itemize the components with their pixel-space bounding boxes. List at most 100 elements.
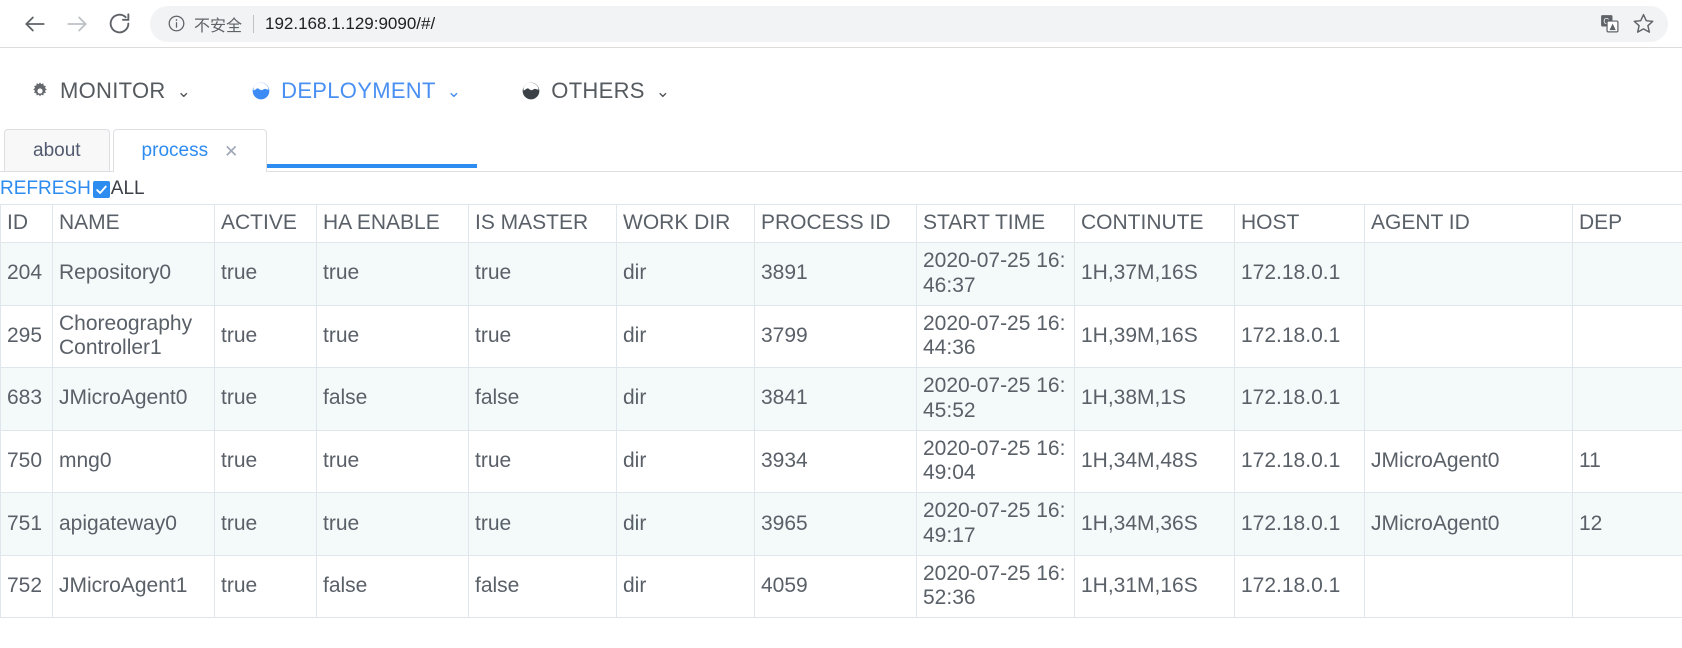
column-header-active[interactable]: ACTIVE (215, 205, 317, 243)
cloud-circle-icon (251, 81, 271, 101)
table-row[interactable]: 752JMicroAgent1truefalsefalsedir40592020… (1, 555, 1682, 618)
url-text[interactable]: 192.168.1.129:9090/#/ (265, 14, 435, 34)
omnibox-divider (253, 15, 254, 33)
cell-agent-id (1365, 305, 1573, 368)
column-header-continute[interactable]: CONTINUTE (1075, 205, 1235, 243)
cell-work-dir: dir (617, 493, 755, 556)
tab-strip-filler (270, 129, 1682, 171)
nav-item-deployment[interactable]: DEPLOYMENT ⌄ (245, 66, 467, 116)
cell-is-master: true (469, 243, 617, 306)
cell-is-master: false (469, 555, 617, 618)
chevron-down-icon: ⌄ (656, 83, 671, 100)
refresh-button[interactable]: REFRESH (0, 178, 91, 200)
cell-is-master: true (469, 493, 617, 556)
cell-name: apigateway0 (53, 493, 215, 556)
table-row[interactable]: 295ChoreographyController1truetruetruedi… (1, 305, 1682, 368)
cell-id: 751 (1, 493, 53, 556)
cell-is-master: false (469, 368, 617, 431)
nav-item-label: MONITOR (60, 78, 166, 104)
cell-work-dir: dir (617, 305, 755, 368)
chevron-down-icon: ⌄ (177, 83, 192, 100)
address-bar[interactable]: 不安全 192.168.1.129:9090/#/ G (150, 6, 1668, 42)
cell-work-dir: dir (617, 243, 755, 306)
column-header-dep[interactable]: DEP (1573, 205, 1682, 243)
cell-continute: 1H,34M,36S (1075, 493, 1235, 556)
cell-host: 172.18.0.1 (1235, 555, 1365, 618)
cell-work-dir: dir (617, 555, 755, 618)
cell-agent-id: JMicroAgent0 (1365, 430, 1573, 493)
cloud-circle-dark-icon (521, 81, 541, 101)
cell-dep: 12 (1573, 493, 1682, 556)
tab-strip: about process ✕ (0, 128, 1682, 172)
cell-name: JMicroAgent1 (53, 555, 215, 618)
reload-button[interactable] (98, 3, 140, 45)
tab-about[interactable]: about (4, 129, 110, 171)
cell-start-time: 2020-07-25 16:45:52 (917, 368, 1075, 431)
column-header-process-id[interactable]: PROCESS ID (755, 205, 917, 243)
cell-active: true (215, 243, 317, 306)
back-button[interactable] (14, 3, 56, 45)
cell-start-time: 2020-07-25 16:44:36 (917, 305, 1075, 368)
tab-process[interactable]: process ✕ (113, 129, 268, 172)
table-row[interactable]: 750mng0truetruetruedir39342020-07-25 16:… (1, 430, 1682, 493)
cell-process-id: 3934 (755, 430, 917, 493)
cell-active: true (215, 368, 317, 431)
nav-item-label: DEPLOYMENT (281, 78, 436, 104)
cell-process-id: 4059 (755, 555, 917, 618)
cell-active: true (215, 430, 317, 493)
cell-name: Repository0 (53, 243, 215, 306)
column-header-start-time[interactable]: START TIME (917, 205, 1075, 243)
table-toolbar: REFRESH ALL (0, 172, 1682, 204)
cell-work-dir: dir (617, 430, 755, 493)
process-table: ID NAME ACTIVE HA ENABLE IS MASTER WORK … (0, 204, 1682, 618)
all-checkbox-label[interactable]: ALL (111, 178, 145, 200)
column-header-id[interactable]: ID (1, 205, 53, 243)
cell-name: JMicroAgent0 (53, 368, 215, 431)
column-header-is-master[interactable]: IS MASTER (469, 205, 617, 243)
table-row[interactable]: 751apigateway0truetruetruedir39652020-07… (1, 493, 1682, 556)
cell-id: 750 (1, 430, 53, 493)
column-header-name[interactable]: NAME (53, 205, 215, 243)
close-icon[interactable]: ✕ (224, 143, 238, 160)
column-header-host[interactable]: HOST (1235, 205, 1365, 243)
forward-button[interactable] (56, 3, 98, 45)
app-page: MONITOR ⌄ DEPLOYMENT ⌄ OTHERS (0, 48, 1682, 618)
translate-icon[interactable]: G (1594, 9, 1624, 39)
nav-item-others[interactable]: OTHERS ⌄ (515, 66, 676, 116)
table-row[interactable]: 204Repository0truetruetruedir38912020-07… (1, 243, 1682, 306)
table-body: 204Repository0truetruetruedir38912020-07… (1, 243, 1682, 618)
cell-active: true (215, 555, 317, 618)
column-header-agent-id[interactable]: AGENT ID (1365, 205, 1573, 243)
arrow-right-icon (64, 11, 90, 37)
cell-start-time: 2020-07-25 16:49:04 (917, 430, 1075, 493)
cell-process-id: 3891 (755, 243, 917, 306)
cell-agent-id (1365, 555, 1573, 618)
cell-process-id: 3965 (755, 493, 917, 556)
info-circle-icon[interactable] (166, 14, 186, 34)
cell-is-master: true (469, 430, 617, 493)
cell-host: 172.18.0.1 (1235, 368, 1365, 431)
cell-id: 295 (1, 305, 53, 368)
table-row[interactable]: 683JMicroAgent0truefalsefalsedir38412020… (1, 368, 1682, 431)
cell-id: 204 (1, 243, 53, 306)
table-header-row: ID NAME ACTIVE HA ENABLE IS MASTER WORK … (1, 205, 1682, 243)
all-checkbox[interactable] (93, 181, 110, 198)
cell-ha-enable: true (317, 243, 469, 306)
main-navigation: MONITOR ⌄ DEPLOYMENT ⌄ OTHERS (0, 48, 1682, 118)
gear-icon (30, 81, 50, 101)
cell-continute: 1H,39M,16S (1075, 305, 1235, 368)
column-header-ha-enable[interactable]: HA ENABLE (317, 205, 469, 243)
chevron-down-icon: ⌄ (447, 83, 462, 100)
cell-process-id: 3799 (755, 305, 917, 368)
nav-item-monitor[interactable]: MONITOR ⌄ (24, 66, 197, 116)
column-header-work-dir[interactable]: WORK DIR (617, 205, 755, 243)
star-icon[interactable] (1628, 9, 1658, 39)
cell-host: 172.18.0.1 (1235, 305, 1365, 368)
cell-work-dir: dir (617, 368, 755, 431)
security-label: 不安全 (194, 12, 242, 36)
arrow-left-icon (22, 11, 48, 37)
cell-ha-enable: true (317, 430, 469, 493)
cell-name: ChoreographyController1 (53, 305, 215, 368)
cell-ha-enable: true (317, 305, 469, 368)
nav-item-label: OTHERS (551, 78, 644, 104)
